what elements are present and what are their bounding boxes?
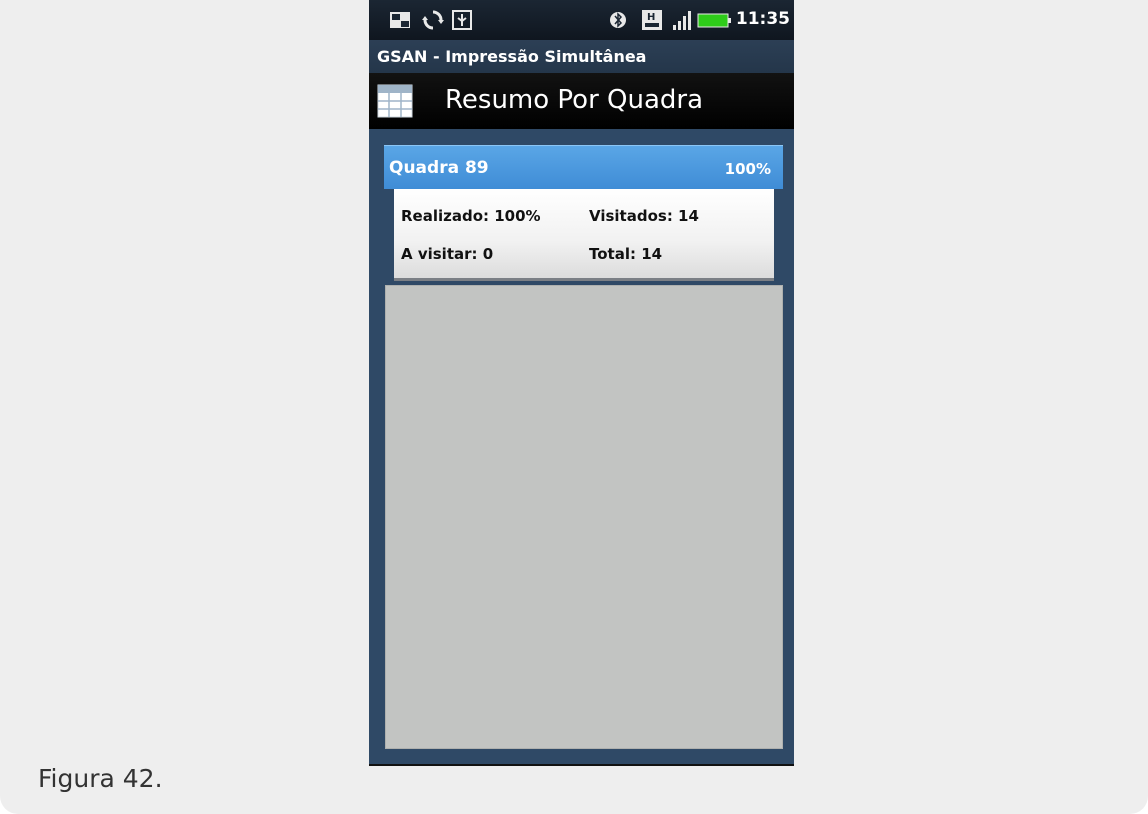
table-icon — [377, 84, 413, 118]
empty-list-area — [385, 285, 783, 749]
screen-header: Resumo Por Quadra — [369, 73, 794, 129]
block-name: Quadra 89 — [389, 158, 489, 178]
figure-panel: H 11:35 GSAN - Impressão Simultânea Resu… — [0, 0, 1148, 814]
screen-title: Resumo Por Quadra — [445, 85, 704, 115]
svg-text:H: H — [647, 12, 655, 23]
block-percent: 100% — [724, 160, 771, 178]
app-title: GSAN - Impressão Simultânea — [377, 47, 647, 66]
h-network-icon: H — [642, 10, 662, 30]
stat-a-visitar: A visitar: 0 — [401, 245, 494, 263]
usb-icon — [452, 10, 472, 30]
stat-realizado: Realizado: 100% — [401, 207, 541, 225]
block-header[interactable]: Quadra 89 100% — [384, 145, 783, 189]
status-time: 11:35 — [735, 9, 790, 29]
signal-icon — [673, 11, 691, 30]
sync-icon — [422, 10, 444, 30]
status-bar: H 11:35 — [369, 0, 794, 40]
app-title-bar: GSAN - Impressão Simultânea — [369, 40, 794, 73]
summary-card: Realizado: 100% Visitados: 14 A visitar:… — [394, 189, 774, 281]
bluetooth-icon — [610, 12, 626, 28]
content-area: Quadra 89 100% Realizado: 100% Visitados… — [369, 129, 794, 764]
battery-icon — [697, 13, 731, 28]
stat-visitados: Visitados: 14 — [589, 207, 699, 225]
stat-total: Total: 14 — [589, 245, 663, 263]
picture-icon — [390, 12, 410, 28]
figure-caption: Figura 42. — [38, 764, 163, 793]
phone-screen: H 11:35 GSAN - Impressão Simultânea Resu… — [369, 0, 794, 766]
